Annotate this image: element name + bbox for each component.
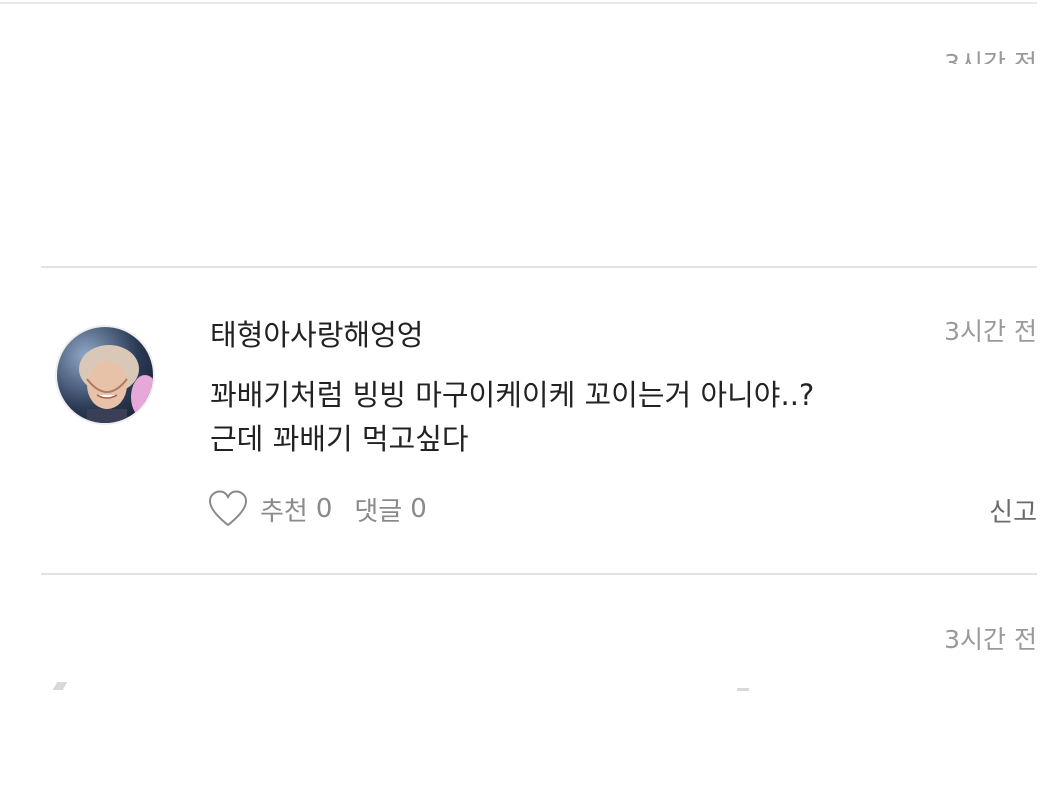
heart-outline-icon[interactable]	[208, 490, 248, 528]
top-comment-timestamp: 3시간 전	[944, 49, 1037, 64]
report-button[interactable]: 신고	[989, 492, 1037, 529]
partial-avatar-fragment	[52, 682, 68, 690]
comment-timestamp: 3시간 전	[944, 317, 1037, 346]
reply-label[interactable]: 댓글	[354, 491, 402, 528]
comment-divider	[41, 573, 1037, 575]
comment-username[interactable]: 태형아사랑해엉엉	[210, 312, 423, 354]
partial-text-fragment	[737, 688, 749, 691]
comment-actions: 추천 0 댓글 0	[208, 490, 427, 528]
avatar-image	[79, 345, 153, 423]
avatar[interactable]	[55, 325, 155, 425]
comment-body: 꽈배기처럼 빙빙 마구이케이케 꼬이는거 아니야..? 근데 꽈배기 먹고싶다	[210, 373, 814, 461]
reply-count: 0	[410, 494, 427, 524]
top-divider	[0, 2, 1037, 4]
comment-line: 꽈배기처럼 빙빙 마구이케이케 꼬이는거 아니야..?	[210, 378, 815, 412]
bottom-comment-timestamp: 3시간 전	[944, 625, 1037, 654]
like-count: 0	[315, 494, 333, 524]
comment-line: 근데 꽈배기 먹고싶다	[210, 422, 469, 456]
like-label[interactable]: 추천	[260, 491, 308, 528]
comment-divider	[41, 266, 1037, 268]
